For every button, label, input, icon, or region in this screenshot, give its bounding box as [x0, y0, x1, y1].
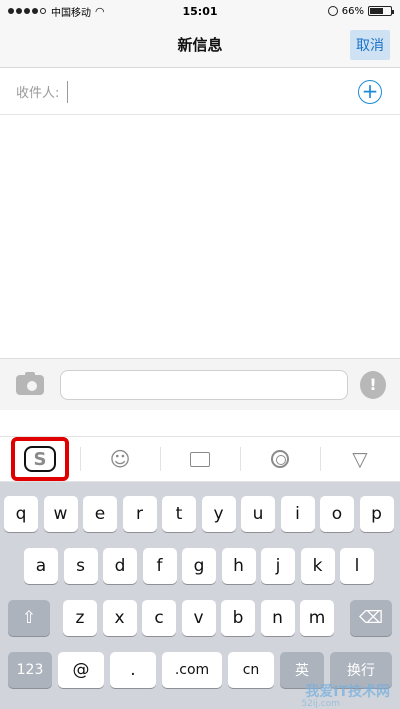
dotcom-key[interactable]: .com: [162, 652, 222, 688]
keyboard-switch[interactable]: [160, 437, 240, 481]
wifi-icon: ◠: [95, 4, 105, 18]
key-o[interactable]: o: [320, 496, 354, 532]
key-t[interactable]: t: [162, 496, 196, 532]
return-key[interactable]: 换行: [330, 652, 392, 688]
nav-bar: 新信息 取消: [0, 22, 400, 68]
cn-key[interactable]: cn: [228, 652, 274, 688]
key-l[interactable]: l: [340, 548, 374, 584]
key-s[interactable]: s: [63, 548, 98, 584]
dot-key[interactable]: .: [110, 652, 156, 688]
message-thread-area: [0, 116, 400, 358]
shift-icon[interactable]: ⇧: [8, 600, 50, 636]
sogou-logo[interactable]: S: [24, 446, 56, 472]
key-y[interactable]: y: [201, 496, 236, 532]
at-key[interactable]: @: [58, 652, 104, 688]
key-c[interactable]: c: [142, 600, 176, 636]
battery-icon: [368, 6, 394, 16]
recipient-row: 收件人: +: [0, 69, 400, 115]
recipient-input[interactable]: [67, 80, 288, 103]
key-a[interactable]: a: [24, 548, 58, 584]
key-x[interactable]: x: [102, 600, 137, 636]
plus-circle-icon[interactable]: +: [358, 80, 382, 104]
key-r[interactable]: r: [122, 496, 157, 532]
key-b[interactable]: b: [221, 600, 255, 636]
rotation-lock-icon: [327, 6, 338, 16]
keyboard-toolbar: S ☺ ▽: [0, 436, 400, 482]
collapse-icon[interactable]: ▽: [320, 437, 400, 481]
keyboard-icon: [190, 451, 210, 467]
key-e[interactable]: e: [83, 496, 117, 532]
backspace-icon[interactable]: ⌫: [350, 600, 392, 636]
key-h[interactable]: h: [221, 548, 256, 584]
key-p[interactable]: p: [359, 496, 394, 532]
key-g[interactable]: g: [182, 548, 216, 584]
compose-bar: !: [0, 358, 400, 410]
key-f[interactable]: f: [142, 548, 177, 584]
key-v[interactable]: v: [181, 600, 216, 636]
microphone-icon[interactable]: !: [360, 371, 386, 399]
key-k[interactable]: k: [300, 548, 335, 584]
keyboard: qwertyuiop asdfghjkl ⇧ ⌫ zxcvbnm 123 @ .…: [0, 482, 400, 709]
key-n[interactable]: n: [260, 600, 295, 636]
battery-percent: 66%: [341, 5, 364, 17]
key-j[interactable]: j: [261, 548, 295, 584]
key-u[interactable]: u: [241, 496, 275, 532]
signal-strength-icon: [8, 8, 46, 14]
emoji-icon[interactable]: ☺: [80, 437, 160, 481]
key-d[interactable]: d: [103, 548, 137, 584]
numbers-key[interactable]: 123: [8, 652, 52, 688]
language-key[interactable]: 英: [280, 652, 324, 688]
cancel-button[interactable]: 取消: [350, 30, 390, 60]
key-z[interactable]: z: [63, 600, 97, 636]
highlight-box: S: [11, 437, 69, 481]
status-bar: 中国移动 ◠ 15:01 66%: [0, 0, 400, 22]
key-w[interactable]: w: [43, 496, 78, 532]
settings-button[interactable]: [240, 437, 320, 481]
camera-icon[interactable]: [16, 372, 44, 395]
carrier-name: 中国移动: [51, 7, 91, 19]
message-input[interactable]: [60, 370, 348, 400]
gear-icon: [271, 450, 289, 468]
key-q[interactable]: q: [4, 496, 38, 532]
recipient-label: 收件人:: [16, 86, 60, 101]
key-m[interactable]: m: [300, 600, 334, 636]
toolbar-logo-slot[interactable]: S: [0, 437, 80, 481]
page-title: 新信息: [177, 36, 223, 54]
key-i[interactable]: i: [280, 496, 315, 532]
